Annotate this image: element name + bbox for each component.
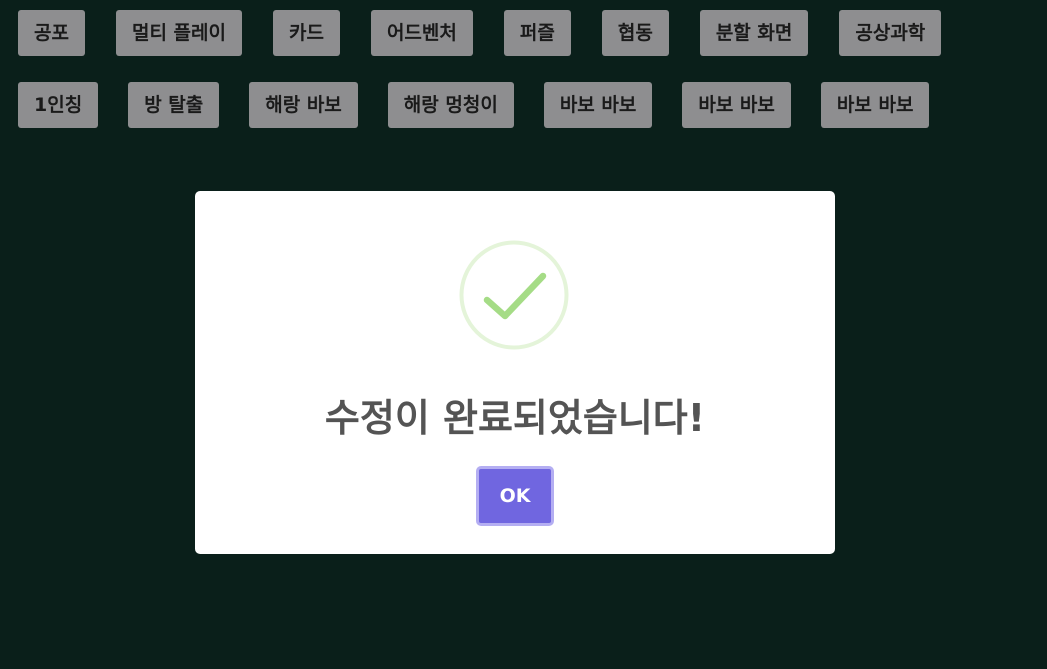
success-modal: 수정이 완료되었습니다! OK [195,191,835,554]
modal-title: 수정이 완료되었습니다! [324,396,706,440]
modal-overlay: 수정이 완료되었습니다! OK [0,0,1047,669]
ok-button[interactable]: OK [476,466,554,526]
success-check-icon [459,240,569,350]
